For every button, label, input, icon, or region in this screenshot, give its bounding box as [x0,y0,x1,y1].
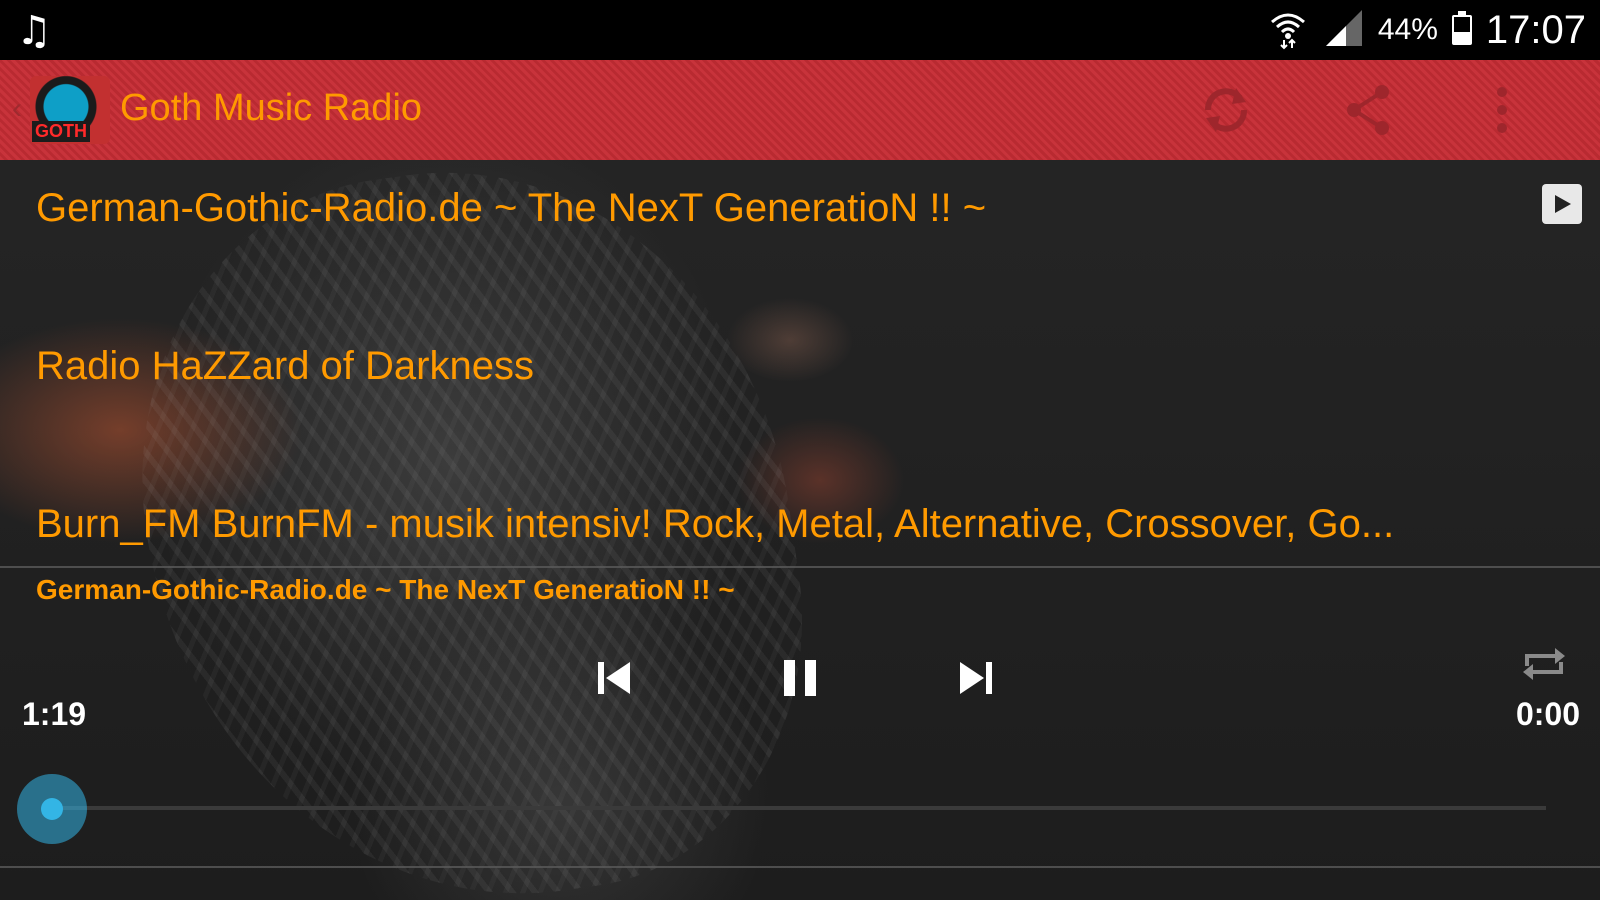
station-item[interactable]: Burn_FM BurnFM - musik intensiv! Rock, M… [36,502,1394,547]
status-indicators: 44% 17:07 [1266,0,1586,60]
seek-bar[interactable] [52,806,1546,810]
refresh-icon[interactable] [1194,78,1258,142]
elapsed-time: 1:19 [22,696,87,732]
up-navigation-icon[interactable]: ‹ [12,92,22,126]
seek-thumb[interactable] [17,774,87,844]
duration-time: 0:00 [1515,696,1580,732]
station-item[interactable]: German-Gothic-Radio.de ~ The NexT Genera… [36,186,986,231]
pause-icon[interactable] [770,650,830,706]
app-logo-text: GOTH [32,121,90,142]
battery-percent: 44% [1377,13,1438,46]
play-icon[interactable] [1542,184,1582,224]
screen: ♫ 44% 17:07 ‹ GOTH Goth Music Radio Germ… [0,0,1600,900]
music-note-icon: ♫ [16,8,52,54]
next-icon[interactable] [946,650,1006,706]
status-bar: ♫ 44% 17:07 [0,0,1600,60]
bottom-divider [0,866,1600,868]
station-item[interactable]: Radio HaZZard of Darkness [36,344,534,389]
overflow-menu-icon[interactable] [1470,78,1534,142]
app-title: Goth Music Radio [120,87,423,129]
previous-icon[interactable] [584,650,644,706]
repeat-icon[interactable] [1514,636,1574,692]
cell-signal-icon [1324,8,1364,53]
share-icon[interactable] [1336,78,1400,142]
battery-icon [1451,11,1472,45]
app-logo[interactable]: GOTH [30,76,110,144]
clock: 17:07 [1485,7,1586,52]
divider [0,566,1600,568]
wifi-icon [1266,6,1310,55]
action-bar: ‹ GOTH Goth Music Radio [0,60,1600,160]
now-playing-title: German-Gothic-Radio.de ~ The NexT Genera… [36,574,735,605]
